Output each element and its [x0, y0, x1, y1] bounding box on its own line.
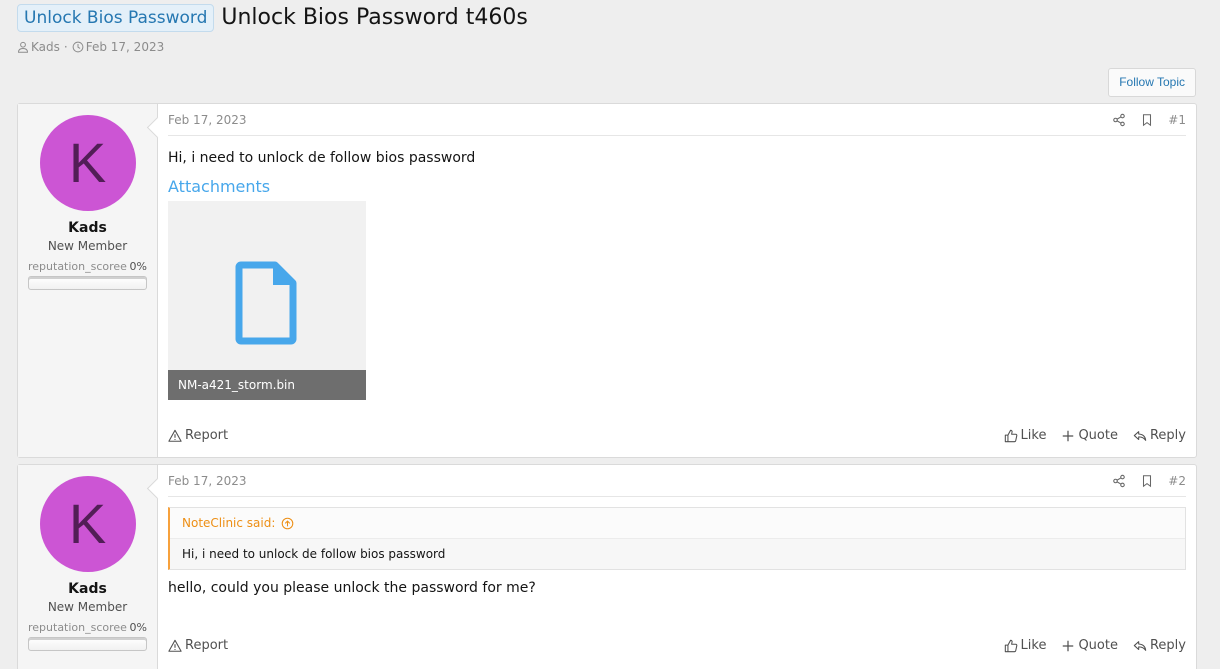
post-actions: Like Quote Reply [1004, 638, 1186, 653]
reputation-row: reputation_scoree 0% [18, 260, 157, 273]
report-link[interactable]: Report [168, 428, 228, 443]
quote-button[interactable]: Quote [1061, 428, 1118, 443]
username[interactable]: Kads [18, 220, 157, 236]
quote-author[interactable]: NoteClinic said: [182, 516, 275, 530]
reputation-bar [28, 637, 147, 651]
post-number[interactable]: #1 [1168, 113, 1186, 127]
like-label: Like [1020, 428, 1047, 443]
post-date[interactable]: Feb 17, 2023 [168, 474, 247, 488]
thumbs-up-icon [1004, 639, 1017, 652]
page-header: Unlock Bios Password Unlock Bios Passwor… [17, 4, 1203, 54]
post-content: Feb 17, 2023 #2 NoteClinic said: Hi, i n… [158, 465, 1196, 669]
file-icon [235, 261, 297, 345]
user-title: New Member [47, 239, 128, 253]
follow-topic-button[interactable]: Follow Topic [1108, 68, 1196, 97]
reply-label: Reply [1149, 428, 1186, 443]
thumbs-up-icon [1004, 429, 1017, 442]
reputation-label: reputation_scoree [28, 260, 127, 273]
reputation-label: reputation_scoree [28, 621, 127, 634]
arrow-up-circle-icon[interactable] [281, 517, 294, 530]
reply-icon [1133, 640, 1147, 651]
quote-label: Quote [1078, 428, 1118, 443]
attachments-heading: Attachments [168, 177, 271, 196]
quote-button[interactable]: Quote [1061, 638, 1118, 653]
post-header: Feb 17, 2023 #2 [168, 465, 1186, 497]
post-footer: Report Like Quote Reply [168, 428, 1186, 443]
post-date[interactable]: Feb 17, 2023 [168, 113, 247, 127]
post-header: Feb 17, 2023 #1 [168, 104, 1186, 136]
quote-header: NoteClinic said: [170, 508, 1185, 539]
thread-meta: Kads · Feb 17, 2023 [17, 40, 1203, 54]
bookmark-icon[interactable] [1140, 113, 1154, 127]
thread-prefix-badge[interactable]: Unlock Bios Password [17, 4, 215, 32]
reply-label: Reply [1149, 638, 1186, 653]
title-row: Unlock Bios Password Unlock Bios Passwor… [17, 4, 1203, 32]
like-button[interactable]: Like [1004, 428, 1047, 443]
report-link[interactable]: Report [168, 638, 228, 653]
user-info: K Kads New Member reputation_scoree 0% [18, 465, 158, 669]
reply-button[interactable]: Reply [1133, 428, 1186, 443]
reply-button[interactable]: Reply [1133, 638, 1186, 653]
post-footer: Report Like Quote Reply [168, 638, 1186, 653]
attachment-name[interactable]: NM-a421_storm.bin [168, 370, 366, 400]
attachment-thumbnail[interactable]: NM-a421_storm.bin [168, 201, 366, 400]
share-icon[interactable] [1112, 474, 1126, 488]
post: K Kads New Member reputation_scoree 0% F… [17, 103, 1197, 458]
user-icon [18, 41, 28, 53]
user-title: New Member [47, 600, 128, 614]
like-button[interactable]: Like [1004, 638, 1047, 653]
reply-icon [1133, 430, 1147, 441]
thread-author[interactable]: Kads [31, 40, 60, 54]
post-body: Hi, i need to unlock de follow bios pass… [168, 150, 476, 166]
post-content: Feb 17, 2023 #1 Hi, i need to unlock de … [158, 104, 1196, 457]
post-tools: #1 [1112, 113, 1186, 127]
like-label: Like [1020, 638, 1047, 653]
quote-block: NoteClinic said: Hi, i need to unlock de… [168, 507, 1186, 570]
reputation-row: reputation_scoree 0% [18, 621, 157, 634]
quote-label: Quote [1078, 638, 1118, 653]
post-actions: Like Quote Reply [1004, 428, 1186, 443]
plus-icon [1063, 430, 1074, 441]
plus-icon [1063, 640, 1074, 651]
avatar[interactable]: K [39, 476, 136, 572]
reputation-value: 0% [129, 621, 147, 634]
post-body: hello, could you please unlock the passw… [168, 580, 536, 596]
post-tools: #2 [1112, 474, 1186, 488]
warning-icon [168, 429, 182, 442]
page-title: Unlock Bios Password t460s [221, 5, 528, 30]
report-label: Report [185, 638, 229, 653]
clock-icon [72, 41, 84, 53]
meta-separator: · [63, 40, 68, 54]
quote-text: Hi, i need to unlock de follow bios pass… [182, 547, 446, 561]
reputation-value: 0% [129, 260, 147, 273]
user-info: K Kads New Member reputation_scoree 0% [18, 104, 158, 457]
username[interactable]: Kads [18, 581, 157, 597]
share-icon[interactable] [1112, 113, 1126, 127]
bookmark-icon[interactable] [1140, 474, 1154, 488]
reputation-bar [28, 276, 147, 290]
post-number[interactable]: #2 [1168, 474, 1186, 488]
report-label: Report [185, 428, 229, 443]
post: K Kads New Member reputation_scoree 0% F… [17, 464, 1197, 669]
warning-icon [168, 639, 182, 652]
thread-date[interactable]: Feb 17, 2023 [86, 40, 165, 54]
avatar[interactable]: K [39, 115, 136, 211]
